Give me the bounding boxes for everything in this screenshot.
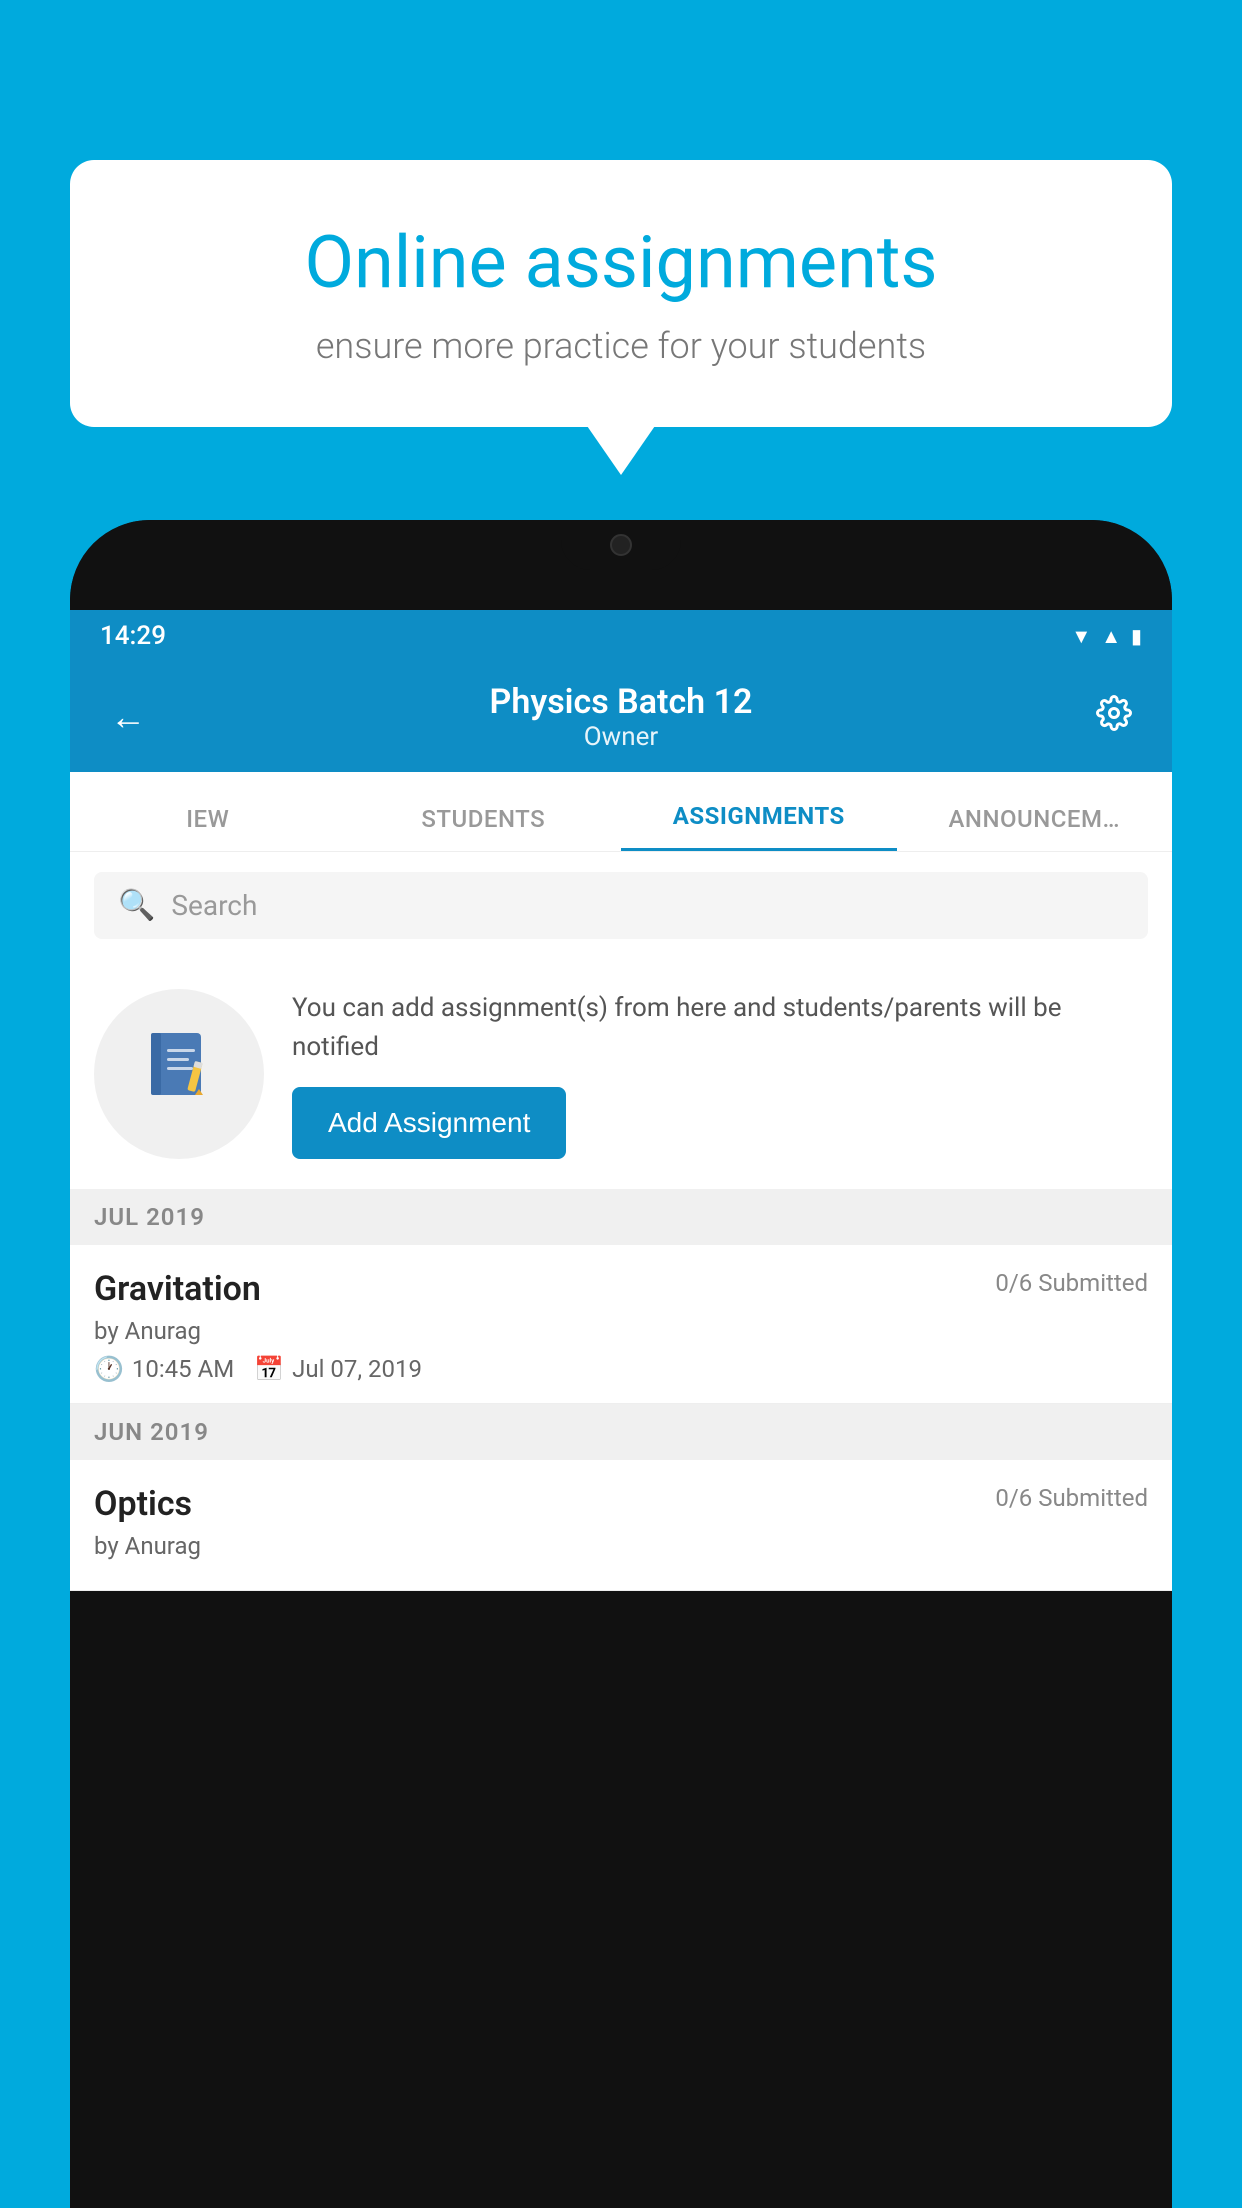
assignment-title-optics: Optics <box>94 1484 192 1524</box>
time-value: 10:45 AM <box>132 1355 234 1383</box>
header-title-container: Physics Batch 12 Owner <box>156 682 1086 752</box>
assignment-title-gravitation: Gravitation <box>94 1269 261 1309</box>
assignment-submitted-optics: 0/6 Submitted <box>995 1484 1148 1512</box>
section-divider-jul: JUL 2019 <box>70 1189 1172 1245</box>
assignment-header-optics: Optics 0/6 Submitted <box>94 1484 1148 1524</box>
assignment-author-gravitation: by Anurag <box>94 1317 1148 1345</box>
back-button[interactable]: ← <box>100 686 156 748</box>
status-icons: ▼ ▲ ▮ <box>1071 624 1142 649</box>
phone-notch <box>561 520 681 570</box>
app-header: ← Physics Batch 12 Owner <box>70 662 1172 772</box>
assignment-header-gravitation: Gravitation 0/6 Submitted <box>94 1269 1148 1309</box>
tab-overview[interactable]: IEW <box>70 772 346 851</box>
battery-icon: ▮ <box>1131 624 1142 648</box>
search-bar[interactable]: 🔍 Search <box>94 872 1148 939</box>
speech-bubble: Online assignments ensure more practice … <box>70 160 1172 427</box>
search-placeholder: Search <box>171 889 257 922</box>
phone-camera <box>610 534 632 556</box>
section-divider-jun: JUN 2019 <box>70 1404 1172 1460</box>
speech-bubble-container: Online assignments ensure more practice … <box>70 160 1172 427</box>
speech-bubble-title: Online assignments <box>140 220 1102 305</box>
speech-bubble-subtitle: ensure more practice for your students <box>140 325 1102 367</box>
phone-frame: 14:29 ▼ ▲ ▮ ← Physics Batch 12 Owner IEW… <box>70 520 1172 2208</box>
clock-icon: 🕐 <box>94 1355 124 1383</box>
header-subtitle: Owner <box>156 722 1086 752</box>
tab-announcements[interactable]: ANNOUNCEM… <box>897 772 1173 851</box>
header-title: Physics Batch 12 <box>156 682 1086 722</box>
assignment-time-gravitation: 🕐 10:45 AM <box>94 1355 234 1383</box>
calendar-icon: 📅 <box>254 1355 284 1383</box>
tab-bar: IEW STUDENTS ASSIGNMENTS ANNOUNCEM… <box>70 772 1172 852</box>
assignment-item-gravitation[interactable]: Gravitation 0/6 Submitted by Anurag 🕐 10… <box>70 1245 1172 1404</box>
search-icon: 🔍 <box>118 888 155 923</box>
status-bar: 14:29 ▼ ▲ ▮ <box>70 610 1172 662</box>
section-label-jun: JUN 2019 <box>94 1418 209 1446</box>
add-assignment-button[interactable]: Add Assignment <box>292 1087 566 1159</box>
tab-students[interactable]: STUDENTS <box>346 772 622 851</box>
promo-content: You can add assignment(s) from here and … <box>292 989 1148 1159</box>
signal-icon: ▲ <box>1101 624 1121 649</box>
settings-button[interactable] <box>1086 685 1142 750</box>
section-label-jul: JUL 2019 <box>94 1203 205 1231</box>
phone-screen: IEW STUDENTS ASSIGNMENTS ANNOUNCEM… 🔍 Se… <box>70 772 1172 1591</box>
date-value: Jul 07, 2019 <box>292 1355 422 1383</box>
promo-section: You can add assignment(s) from here and … <box>70 959 1172 1189</box>
search-container: 🔍 Search <box>70 852 1172 959</box>
status-time: 14:29 <box>100 621 166 651</box>
wifi-icon: ▼ <box>1071 624 1091 649</box>
notebook-icon <box>139 1025 219 1123</box>
promo-icon-circle <box>94 989 264 1159</box>
tab-assignments[interactable]: ASSIGNMENTS <box>621 772 897 851</box>
assignment-meta-gravitation: 🕐 10:45 AM 📅 Jul 07, 2019 <box>94 1355 1148 1383</box>
assignment-submitted-gravitation: 0/6 Submitted <box>995 1269 1148 1297</box>
assignment-item-optics[interactable]: Optics 0/6 Submitted by Anurag <box>70 1460 1172 1591</box>
assignment-author-optics: by Anurag <box>94 1532 1148 1560</box>
promo-text: You can add assignment(s) from here and … <box>292 989 1148 1067</box>
assignment-date-gravitation: 📅 Jul 07, 2019 <box>254 1355 422 1383</box>
phone-bezel <box>70 520 1172 610</box>
